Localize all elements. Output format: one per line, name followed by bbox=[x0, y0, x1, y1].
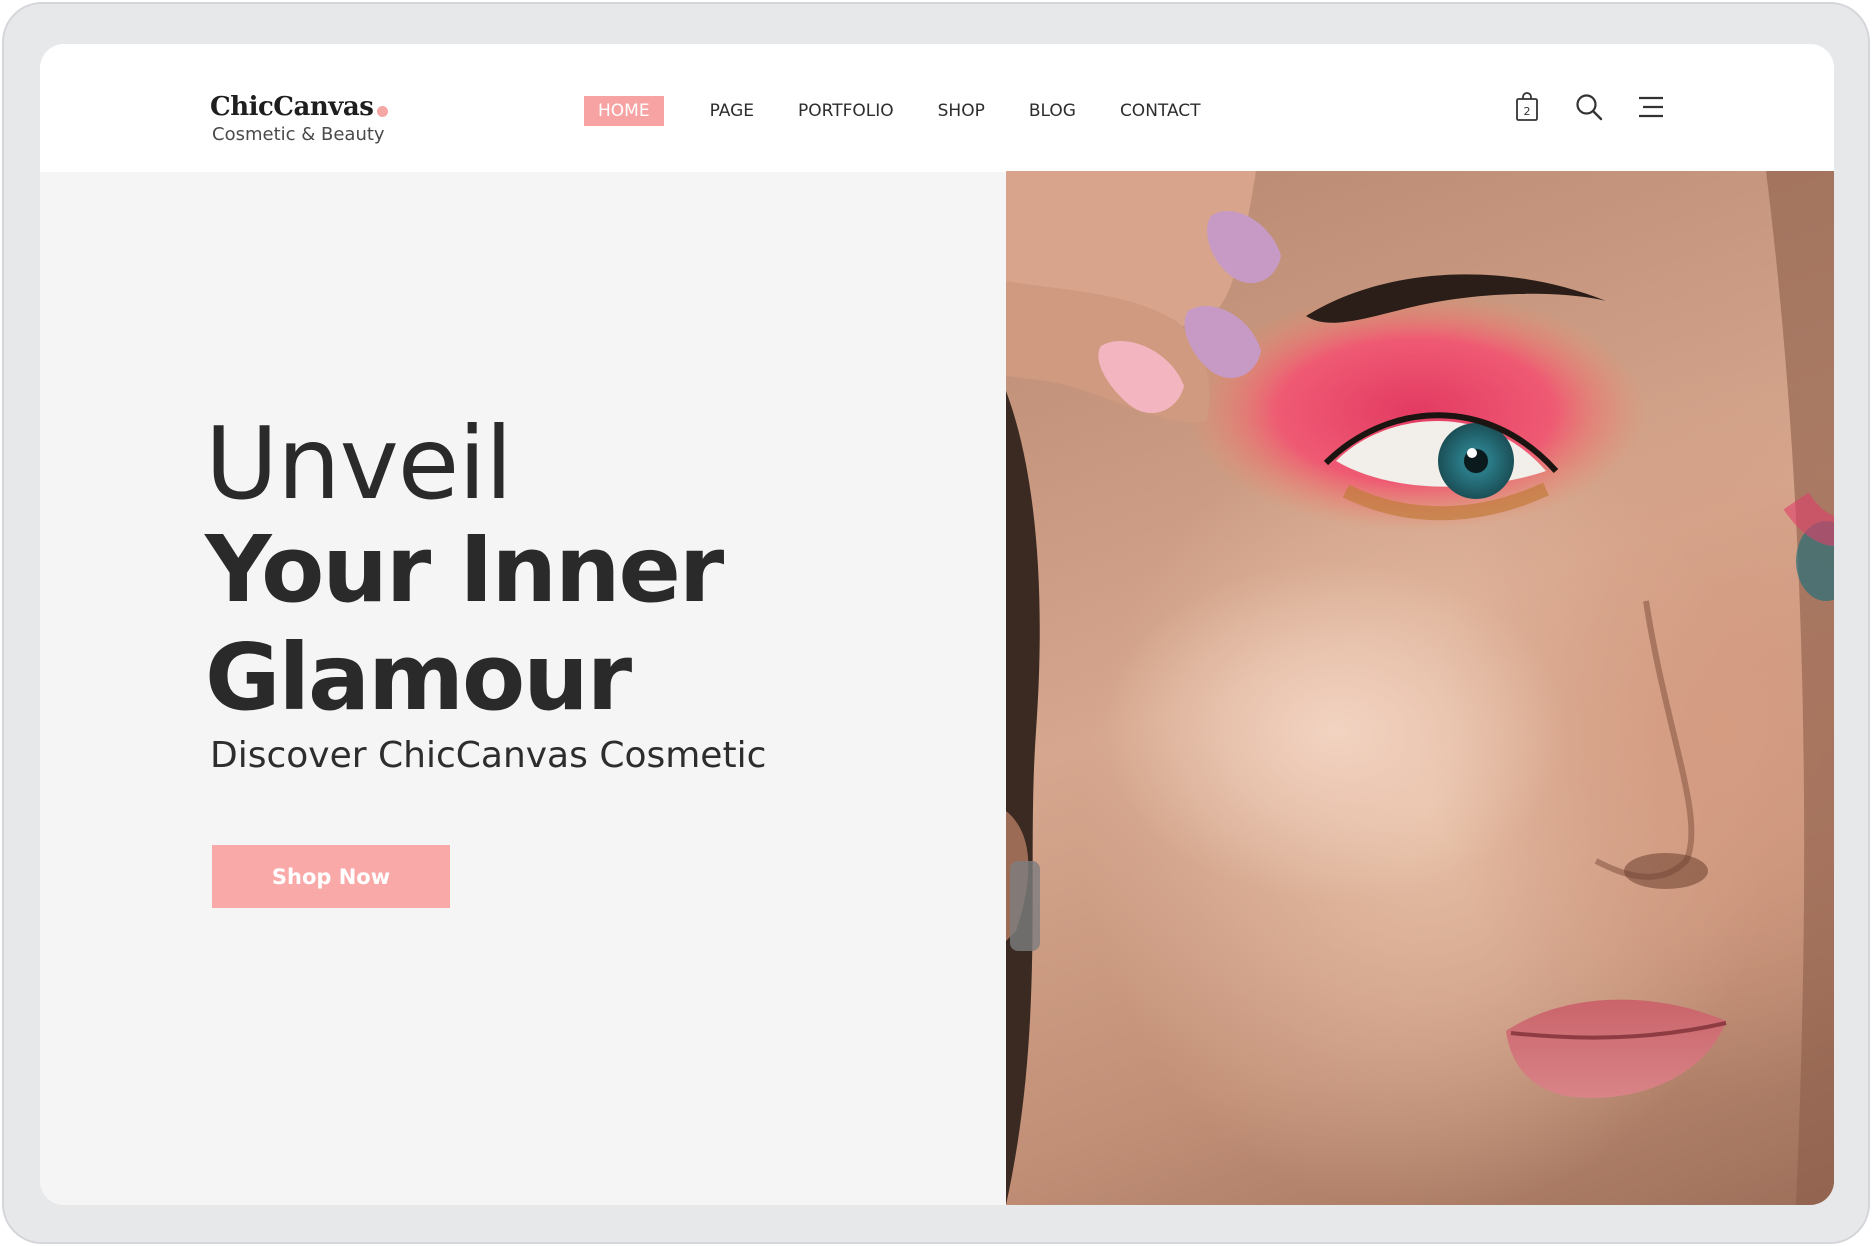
site-header: ChicCanvas Cosmetic & Beauty HOME PAGE P… bbox=[40, 44, 1834, 172]
cart-count: 2 bbox=[1524, 105, 1531, 118]
shop-now-button[interactable]: Shop Now bbox=[212, 845, 450, 908]
nav-item-blog[interactable]: BLOG bbox=[1029, 96, 1076, 126]
menu-button[interactable] bbox=[1634, 90, 1668, 124]
nav-item-page[interactable]: PAGE bbox=[710, 96, 754, 126]
browser-viewport: ChicCanvas Cosmetic & Beauty HOME PAGE P… bbox=[40, 44, 1834, 1205]
main-nav: HOME PAGE PORTFOLIO SHOP BLOG CONTACT bbox=[584, 96, 1201, 126]
hero-subtitle: Discover ChicCanvas Cosmetic bbox=[210, 735, 767, 776]
nav-item-portfolio[interactable]: PORTFOLIO bbox=[798, 96, 894, 126]
headline-bold-line1: Your Inner bbox=[205, 516, 724, 623]
portrait-illustration bbox=[1006, 171, 1834, 1205]
brand-tagline: Cosmetic & Beauty bbox=[212, 124, 385, 145]
hero-headline: Unveil Your Inner Glamour bbox=[205, 405, 724, 732]
brand-logo[interactable]: ChicCanvas Cosmetic & Beauty bbox=[210, 92, 389, 145]
shopping-bag-icon: 2 bbox=[1516, 92, 1538, 121]
search-icon bbox=[1576, 94, 1603, 121]
hamburger-menu-icon bbox=[1639, 96, 1663, 118]
brand-dot bbox=[377, 105, 389, 117]
headline-light: Unveil bbox=[205, 405, 513, 522]
hero-text-panel: Unveil Your Inner Glamour Discover ChicC… bbox=[40, 172, 1006, 1205]
headline-bold-line2: Glamour bbox=[205, 624, 632, 731]
nav-item-contact[interactable]: CONTACT bbox=[1120, 96, 1201, 126]
nav-item-shop[interactable]: SHOP bbox=[938, 96, 985, 126]
search-button[interactable] bbox=[1572, 90, 1606, 124]
cart-button[interactable]: 2 bbox=[1510, 90, 1544, 124]
nav-item-home[interactable]: HOME bbox=[584, 96, 664, 126]
header-actions: 2 bbox=[1510, 90, 1668, 124]
hero-image bbox=[1006, 171, 1834, 1205]
brand-name: ChicCanvas bbox=[210, 92, 374, 122]
